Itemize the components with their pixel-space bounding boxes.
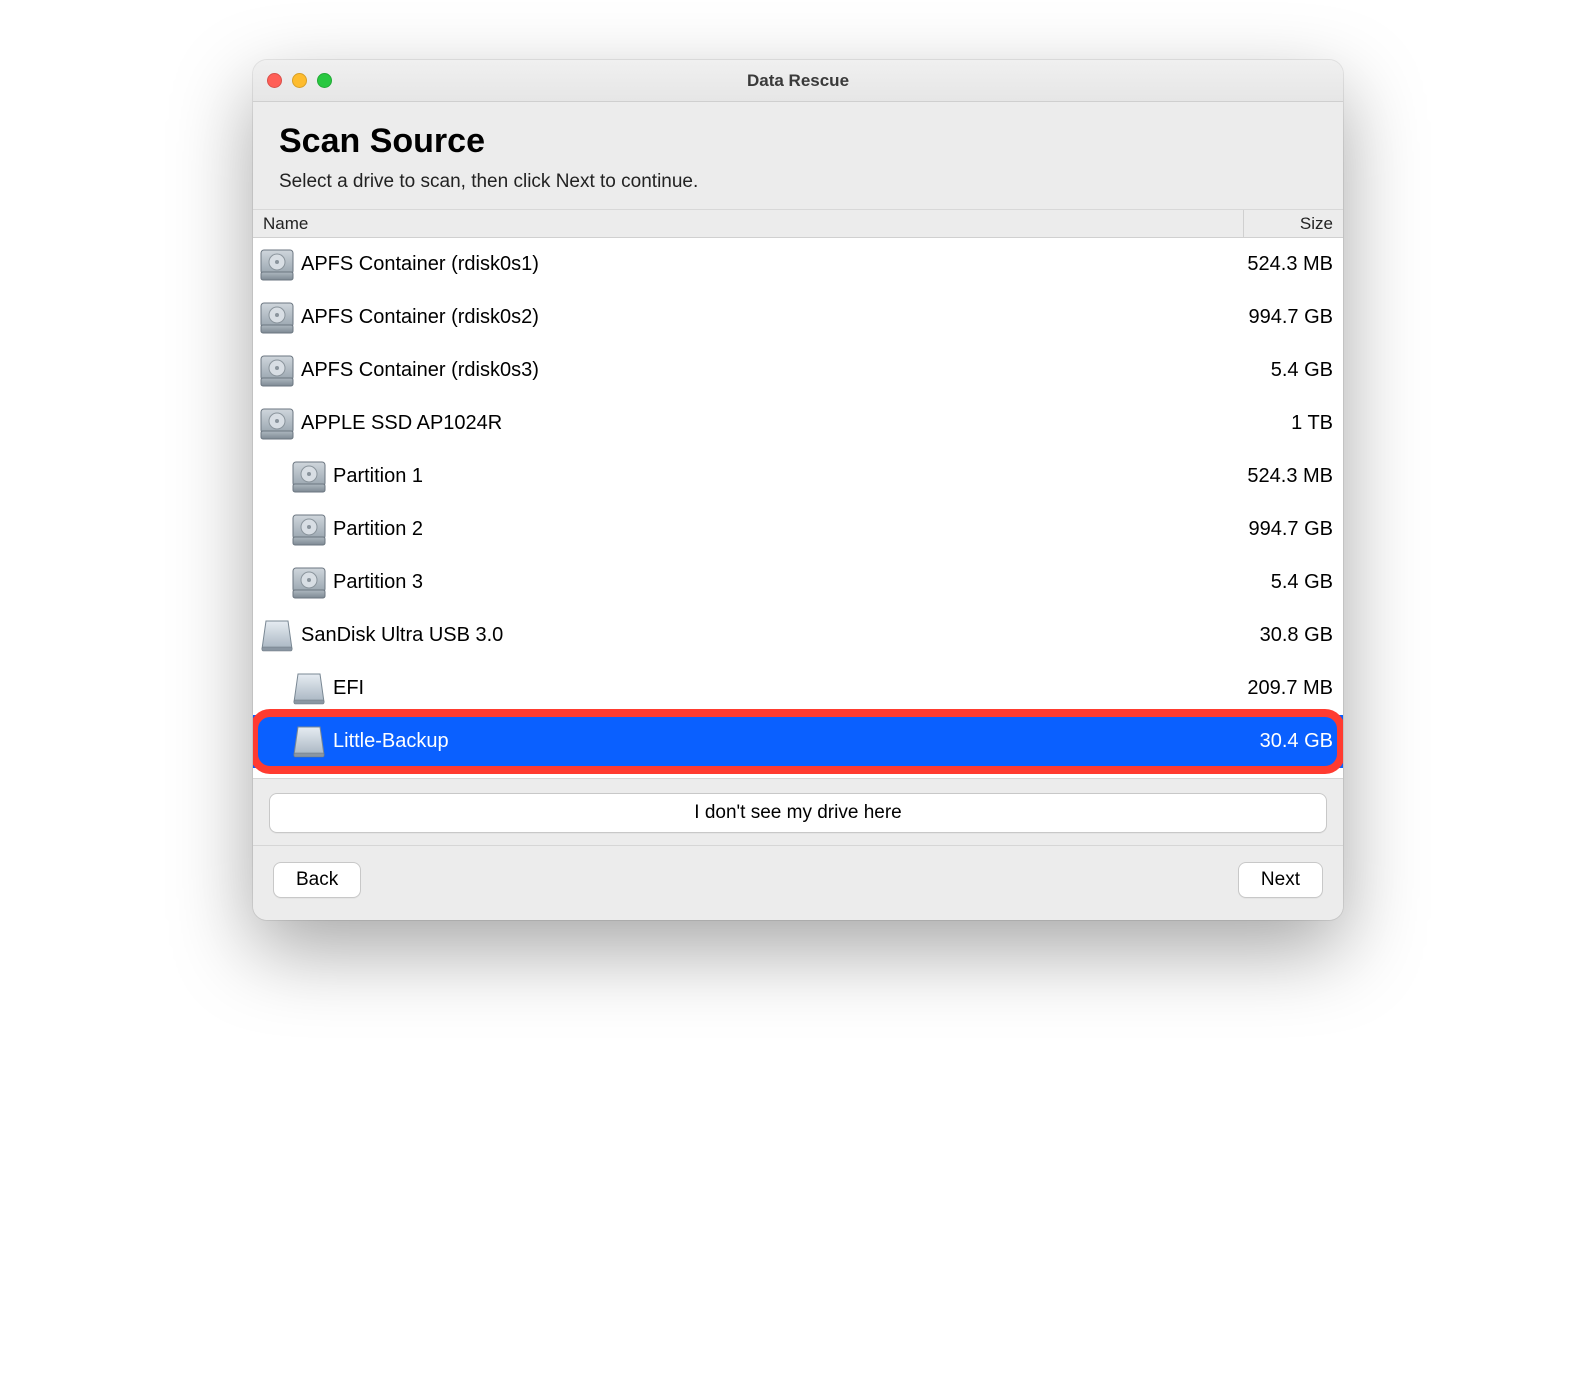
page-title: Scan Source xyxy=(279,122,1317,161)
drive-size: 209.7 MB xyxy=(1213,677,1333,700)
drive-size: 5.4 GB xyxy=(1213,359,1333,382)
drive-name: APFS Container (rdisk0s3) xyxy=(301,359,1213,382)
drive-name: EFI xyxy=(333,677,1213,700)
drive-size: 524.3 MB xyxy=(1213,465,1333,488)
page-header: Scan Source Select a drive to scan, then… xyxy=(253,102,1343,210)
maximize-window-button[interactable] xyxy=(317,73,332,88)
drive-name: APFS Container (rdisk0s2) xyxy=(301,306,1213,329)
drive-row[interactable]: APPLE SSD AP1024R1 TB xyxy=(253,397,1343,450)
drive-size: 1 TB xyxy=(1213,412,1333,435)
drive-row[interactable]: SanDisk Ultra USB 3.030.8 GB xyxy=(253,609,1343,662)
back-button[interactable]: Back xyxy=(273,862,361,898)
external-drive-icon xyxy=(253,615,301,657)
drive-row[interactable]: APFS Container (rdisk0s3)5.4 GB xyxy=(253,344,1343,397)
drive-size: 524.3 MB xyxy=(1213,253,1333,276)
drive-name: Little-Backup xyxy=(333,730,1213,753)
drive-size: 5.4 GB xyxy=(1213,571,1333,594)
footer: I don't see my drive here Back Next xyxy=(253,778,1343,920)
internal-drive-icon xyxy=(253,297,301,339)
internal-drive-icon xyxy=(253,244,301,286)
window-controls xyxy=(267,73,332,88)
drive-name: Partition 3 xyxy=(333,571,1213,594)
drive-size: 30.8 GB xyxy=(1213,624,1333,647)
drive-row[interactable]: EFI209.7 MB xyxy=(253,662,1343,715)
drive-row[interactable]: Partition 35.4 GB xyxy=(253,556,1343,609)
drive-not-listed-button[interactable]: I don't see my drive here xyxy=(269,793,1327,833)
app-window: Data Rescue Scan Source Select a drive t… xyxy=(253,60,1343,920)
column-header-size[interactable]: Size xyxy=(1243,210,1343,237)
window-title: Data Rescue xyxy=(253,71,1343,91)
drive-size: 30.4 GB xyxy=(1213,730,1333,753)
external-drive-icon xyxy=(285,668,333,710)
minimize-window-button[interactable] xyxy=(292,73,307,88)
next-button[interactable]: Next xyxy=(1238,862,1323,898)
drive-row[interactable]: APFS Container (rdisk0s2)994.7 GB xyxy=(253,291,1343,344)
drive-list: APFS Container (rdisk0s1)524.3 MB APFS C… xyxy=(253,238,1343,778)
drive-size: 994.7 GB xyxy=(1213,306,1333,329)
drive-name: Partition 1 xyxy=(333,465,1213,488)
drive-size: 994.7 GB xyxy=(1213,518,1333,541)
close-window-button[interactable] xyxy=(267,73,282,88)
internal-drive-icon xyxy=(285,509,333,551)
titlebar: Data Rescue xyxy=(253,60,1343,102)
drive-row[interactable]: Partition 1524.3 MB xyxy=(253,450,1343,503)
external-drive-icon xyxy=(285,721,333,763)
internal-drive-icon xyxy=(253,350,301,392)
internal-drive-icon xyxy=(285,562,333,604)
internal-drive-icon xyxy=(285,456,333,498)
page-subtitle: Select a drive to scan, then click Next … xyxy=(279,171,1317,193)
drive-name: APPLE SSD AP1024R xyxy=(301,412,1213,435)
column-headers: Name Size xyxy=(253,210,1343,238)
drive-row[interactable]: APFS Container (rdisk0s1)524.3 MB xyxy=(253,238,1343,291)
drive-row[interactable]: Partition 2994.7 GB xyxy=(253,503,1343,556)
drive-name: APFS Container (rdisk0s1) xyxy=(301,253,1213,276)
drive-name: Partition 2 xyxy=(333,518,1213,541)
column-header-name[interactable]: Name xyxy=(253,214,1243,234)
internal-drive-icon xyxy=(253,403,301,445)
drive-row[interactable]: Little-Backup30.4 GB xyxy=(253,715,1343,768)
drive-name: SanDisk Ultra USB 3.0 xyxy=(301,624,1213,647)
